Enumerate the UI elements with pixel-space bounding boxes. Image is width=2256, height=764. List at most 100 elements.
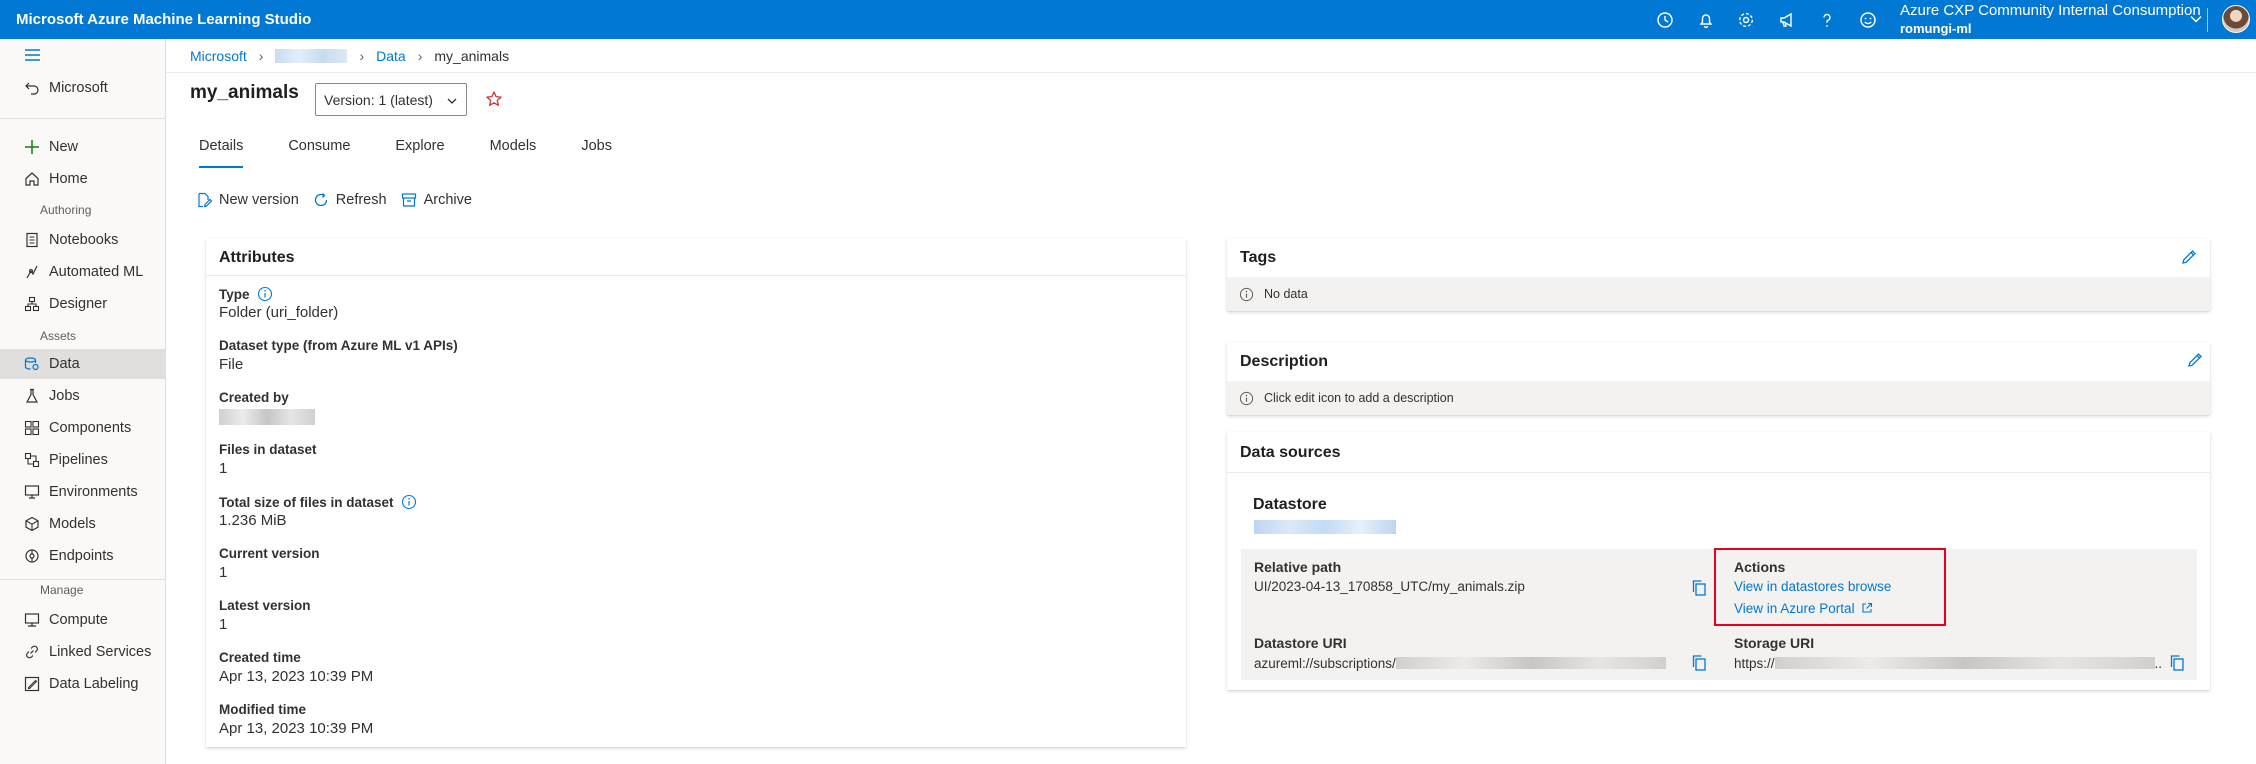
info-icon bbox=[1239, 287, 1254, 301]
breadcrumb-current: my_animals bbox=[434, 48, 510, 64]
description-empty-text: Click edit icon to add a description bbox=[1264, 391, 1454, 405]
card-divider bbox=[1227, 472, 2210, 473]
datastore-uri-value: azureml://subscriptions/ bbox=[1254, 656, 1666, 671]
smiley-icon[interactable] bbox=[1848, 6, 1889, 34]
actions-highlight-box bbox=[1714, 548, 1946, 626]
description-empty-state: Click edit icon to add a description bbox=[1227, 381, 2210, 415]
data-icon bbox=[24, 357, 39, 371]
breadcrumb-microsoft[interactable]: Microsoft bbox=[190, 48, 247, 64]
notebook-icon bbox=[26, 232, 38, 248]
sidebar-item-linked-services[interactable]: Linked Services bbox=[0, 637, 165, 667]
tags-card: Tags No data bbox=[1227, 239, 2210, 311]
copy-icon[interactable] bbox=[1691, 579, 1707, 597]
sidebar-item-environments[interactable]: Environments bbox=[0, 477, 165, 507]
sidebar-item-compute[interactable]: Compute bbox=[0, 605, 165, 635]
sidebar-item-label: Data Labeling bbox=[49, 676, 139, 692]
chevron-down-icon[interactable] bbox=[2189, 12, 2203, 26]
copy-icon[interactable] bbox=[2169, 654, 2185, 672]
edit-pencil-icon[interactable] bbox=[2180, 248, 2198, 266]
components-icon bbox=[24, 420, 40, 436]
favorite-star-icon[interactable] bbox=[485, 90, 503, 108]
datastore-label: Datastore bbox=[1253, 496, 1327, 513]
gear-icon[interactable] bbox=[1726, 6, 1767, 34]
current-version-value: 1 bbox=[219, 564, 228, 581]
sidebar-item-label: Home bbox=[49, 171, 88, 187]
chevron-right-icon: › bbox=[258, 48, 264, 64]
size-label: Total size of files in dataset bbox=[219, 494, 417, 510]
description-title: Description bbox=[1240, 353, 1329, 370]
sidebar-item-jobs[interactable]: Jobs bbox=[0, 381, 165, 411]
account-switcher[interactable]: Azure CXP Community Internal Consumption… bbox=[1900, 2, 2201, 38]
version-dropdown[interactable]: Version: 1 (latest) bbox=[315, 83, 467, 116]
type-label: Type bbox=[219, 286, 273, 302]
flask-icon bbox=[26, 388, 38, 403]
breadcrumb-data[interactable]: Data bbox=[376, 48, 406, 64]
hamburger-icon[interactable] bbox=[24, 48, 41, 62]
sidebar-item-automated-ml[interactable]: Automated ML bbox=[0, 257, 165, 287]
app-title[interactable]: Microsoft Azure Machine Learning Studio bbox=[16, 11, 311, 28]
chevron-right-icon: › bbox=[417, 48, 423, 64]
models-icon bbox=[25, 516, 39, 532]
latest-version-label: Latest version bbox=[219, 598, 311, 613]
size-value: 1.236 MiB bbox=[219, 512, 287, 529]
sidebar-item-pipelines[interactable]: Pipelines bbox=[0, 445, 165, 475]
created-time-value: Apr 13, 2023 10:39 PM bbox=[219, 668, 374, 685]
copy-icon[interactable] bbox=[1691, 654, 1707, 672]
type-value: Folder (uri_folder) bbox=[219, 304, 339, 321]
current-version-label: Current version bbox=[219, 546, 320, 561]
archive-button[interactable]: Archive bbox=[401, 192, 472, 208]
sidebar-item-home[interactable]: Home bbox=[0, 164, 165, 194]
sidebar-item-label: Components bbox=[49, 420, 132, 436]
sidebar-section-authoring: Authoring bbox=[40, 203, 92, 217]
type-label-text: Type bbox=[219, 287, 250, 302]
bell-icon[interactable] bbox=[1686, 6, 1727, 34]
datastore-link-redacted[interactable] bbox=[1254, 520, 1396, 539]
avatar[interactable] bbox=[2222, 5, 2250, 33]
tab-jobs[interactable]: Jobs bbox=[571, 136, 622, 168]
storage-uri-prefix: https:// bbox=[1734, 656, 1775, 671]
edit-pencil-icon[interactable] bbox=[2186, 351, 2204, 369]
account-name: Azure CXP Community Internal Consumption bbox=[1900, 2, 2201, 19]
attributes-card: Attributes Type Folder (uri_folder) Data… bbox=[206, 239, 1186, 747]
info-icon[interactable] bbox=[401, 494, 417, 510]
sidebar-item-designer[interactable]: Designer bbox=[0, 289, 165, 319]
sidebar-item-endpoints[interactable]: Endpoints bbox=[0, 541, 165, 571]
breadcrumb-workspace-redacted[interactable] bbox=[275, 49, 348, 63]
history-icon[interactable] bbox=[1645, 6, 1686, 34]
sidebar-item-label: Models bbox=[49, 516, 96, 532]
tab-consume[interactable]: Consume bbox=[278, 136, 360, 168]
top-icon-group bbox=[1645, 6, 1888, 34]
tab-details[interactable]: Details bbox=[190, 136, 253, 168]
sidebar-item-data-labeling[interactable]: Data Labeling bbox=[0, 669, 165, 699]
megaphone-icon[interactable] bbox=[1767, 6, 1808, 34]
designer-icon bbox=[24, 296, 40, 312]
help-icon[interactable] bbox=[1807, 6, 1848, 34]
sidebar-item-label: New bbox=[49, 139, 79, 155]
size-label-text: Total size of files in dataset bbox=[219, 495, 394, 510]
files-value: 1 bbox=[219, 460, 228, 477]
tab-explore[interactable]: Explore bbox=[385, 136, 454, 168]
tab-bar: Details Consume Explore Models Jobs bbox=[190, 136, 647, 168]
description-card: Description Click edit icon to add a des… bbox=[1227, 343, 2210, 415]
chevron-right-icon: › bbox=[359, 48, 365, 64]
sidebar-item-models[interactable]: Models bbox=[0, 509, 165, 539]
info-icon[interactable] bbox=[257, 286, 273, 302]
sidebar-item-label: Notebooks bbox=[49, 232, 119, 248]
relative-path-label: Relative path bbox=[1254, 559, 1342, 575]
new-version-button[interactable]: New version bbox=[196, 192, 299, 208]
sidebar-item-microsoft[interactable]: Microsoft bbox=[0, 73, 165, 103]
refresh-button[interactable]: Refresh bbox=[313, 192, 387, 208]
modified-time-value: Apr 13, 2023 10:39 PM bbox=[219, 720, 374, 737]
sidebar-item-label: Pipelines bbox=[49, 452, 108, 468]
sidebar-item-data[interactable]: Data bbox=[0, 349, 165, 379]
breadcrumb-divider bbox=[166, 72, 2256, 73]
sidebar-item-new[interactable]: New bbox=[0, 132, 165, 162]
sidebar-item-notebooks[interactable]: Notebooks bbox=[0, 225, 165, 255]
tab-models[interactable]: Models bbox=[480, 136, 547, 168]
workspace-name: romungi-ml bbox=[1900, 21, 1972, 36]
latest-version-value: 1 bbox=[219, 616, 228, 633]
sidebar-item-components[interactable]: Components bbox=[0, 413, 165, 443]
dataset-type-label: Dataset type (from Azure ML v1 APIs) bbox=[219, 338, 458, 353]
breadcrumb: Microsoft › › Data › my_animals bbox=[190, 46, 509, 66]
created-by-value-redacted bbox=[219, 409, 315, 429]
